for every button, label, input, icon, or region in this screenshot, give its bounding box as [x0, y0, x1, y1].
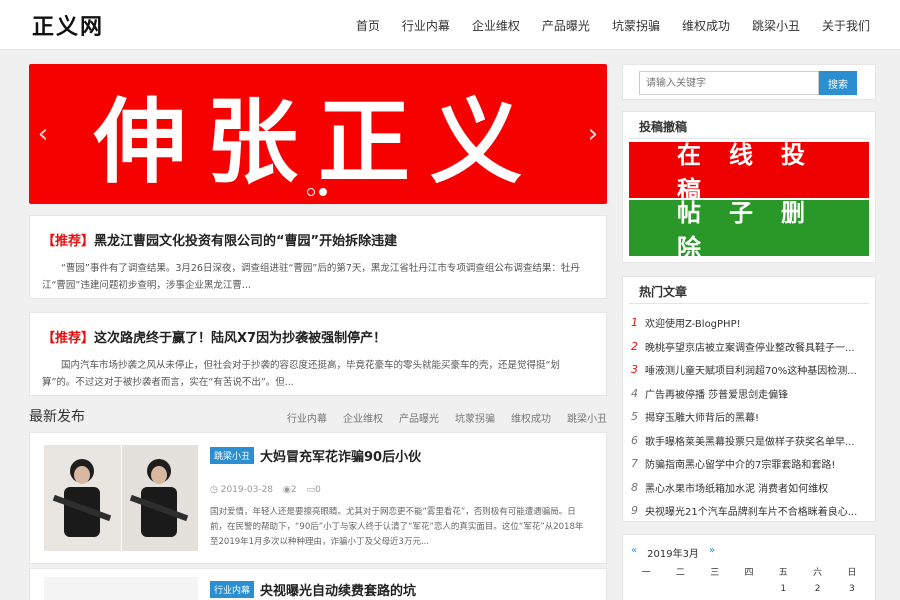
- nav-item-rights[interactable]: 企业维权: [472, 17, 520, 34]
- site-header: 正义网 首页 行业内幕 企业维权 产品曝光 坑蒙拐骗 维权成功 跳梁小丑 关于我…: [0, 0, 900, 50]
- calendar-day: [663, 584, 697, 594]
- recommend-desc: “曹园”事件有了调查结果。3月26日深夜，调查组进驻“曹园”后的第7天，黑龙江省…: [42, 263, 580, 291]
- weekday-label: 五: [778, 568, 788, 578]
- weekday-label: 日: [847, 568, 857, 578]
- recommend-tag: 【推荐】: [42, 331, 95, 346]
- hot-article-item[interactable]: 2 晚桃亭望京店被立案调查停业整改餐具鞋子一...: [631, 335, 871, 359]
- calendar-header: « 2019年3月 »: [631, 545, 715, 560]
- weekday-label: 四: [744, 568, 754, 578]
- search-widget: 搜索: [622, 64, 876, 100]
- post-meta: ◷ 2019-03-28 ◉2 ▭0: [210, 485, 321, 495]
- hot-article-item[interactable]: 9 央视曝光21个汽车品牌刹车片不合格眯着良心...: [631, 499, 871, 523]
- hot-article-item[interactable]: 7 防骗指南黑心留学中介的7宗罪套路和套路!: [631, 452, 871, 476]
- banner-slogan: 伸张正义: [93, 87, 542, 196]
- post-title[interactable]: 大妈冒充军花诈骗90后小伙: [260, 446, 421, 465]
- weekday-label: 一: [641, 568, 651, 578]
- clock-icon: ◷: [210, 485, 218, 495]
- recommend-title[interactable]: 【推荐】这次路虎终于赢了！陆风X7因为抄袭被强制停产！: [42, 327, 386, 346]
- eye-icon: ◉: [283, 485, 291, 495]
- soldier-photo-icon: [44, 445, 198, 551]
- recommend-tag: 【推荐】: [42, 234, 95, 249]
- site-logo[interactable]: 正义网: [32, 9, 104, 41]
- cat-tab-industry[interactable]: 行业内幕: [287, 410, 327, 425]
- post-thumbnail[interactable]: [44, 577, 198, 600]
- cat-tab-rights[interactable]: 企业维权: [343, 410, 383, 425]
- latest-header: 最新发布 行业内幕 企业维权 产品曝光 坑蒙拐骗 维权成功 跳梁小丑: [29, 404, 607, 428]
- latest-category-tabs: 行业内幕 企业维权 产品曝光 坑蒙拐骗 维权成功 跳梁小丑: [271, 410, 607, 425]
- main-nav: 首页 行业内幕 企业维权 产品曝光 坑蒙拐骗 维权成功 跳梁小丑 关于我们: [334, 0, 870, 50]
- latest-title: 最新发布: [29, 409, 85, 425]
- post-item: 跳梁小丑 大妈冒充军花诈骗90后小伙 ◷ 2019-03-28 ◉2 ▭0 国对…: [29, 432, 607, 564]
- calendar-next-button[interactable]: »: [709, 545, 715, 560]
- submit-widget: 投稿撤稿 在线投稿 帖子删除: [622, 111, 876, 263]
- calendar-day: [698, 584, 732, 594]
- post-category-badge[interactable]: 跳梁小丑: [210, 447, 255, 464]
- hot-articles-title: 热门文章: [639, 285, 688, 299]
- cat-tab-clowns[interactable]: 跳梁小丑: [567, 410, 607, 425]
- calendar-day[interactable]: 2: [800, 584, 834, 594]
- weekday-label: 二: [675, 568, 685, 578]
- nav-item-clowns[interactable]: 跳梁小丑: [752, 17, 800, 34]
- search-button[interactable]: 搜索: [819, 71, 857, 95]
- weekday-label: 六: [813, 568, 823, 578]
- post-item: 行业内幕 央视曝光自动续费套路的坑: [29, 568, 607, 600]
- weekday-label: 三: [710, 568, 720, 578]
- calendar-day: [732, 584, 766, 594]
- calendar-prev-button[interactable]: «: [631, 545, 637, 560]
- banner-dots: [307, 188, 327, 196]
- hot-article-list: 1 欢迎使用Z-BlogPHP! 2 晚桃亭望京店被立案调查停业整改餐具鞋子一...…: [631, 311, 871, 523]
- cat-tab-fraud[interactable]: 坑蒙拐骗: [455, 410, 495, 425]
- calendar-widget: « 2019年3月 » 一 二 三 四 五 六 日 1 2 3: [622, 534, 876, 600]
- hot-article-item[interactable]: 5 揭穿玉雕大师背后的黑幕!: [631, 405, 871, 429]
- post-title[interactable]: 央视曝光自动续费套路的坑: [260, 580, 416, 599]
- banner-dot-1[interactable]: [307, 188, 315, 196]
- hot-article-item[interactable]: 6 歌手曝格莱美黑幕投票只是做样子获奖名单早...: [631, 429, 871, 453]
- post-thumbnail[interactable]: [44, 445, 198, 551]
- divider: [629, 303, 869, 304]
- post-comments: ▭0: [306, 485, 321, 495]
- hot-article-item[interactable]: 1 欢迎使用Z-BlogPHP!: [631, 311, 871, 335]
- recommend-title[interactable]: 【推荐】黑龙江曹园文化投资有限公司的“曹园”开始拆除违建: [42, 230, 397, 249]
- cat-tab-success[interactable]: 维权成功: [511, 410, 551, 425]
- post-views: ◉2: [283, 485, 297, 495]
- calendar-grid: 一 二 三 四 五 六 日 1 2 3: [629, 565, 869, 594]
- nav-item-exposure[interactable]: 产品曝光: [542, 17, 590, 34]
- hot-article-item[interactable]: 3 唾液测儿童天赋项目利润超70%这种基因检测...: [631, 358, 871, 382]
- recommend-desc: 国内汽车市场抄袭之风从未停止，但社会对于抄袭的容忍度还挺高，毕竟花豪车的零头就能…: [42, 360, 560, 388]
- nav-item-about[interactable]: 关于我们: [822, 17, 870, 34]
- post-category-badge[interactable]: 行业内幕: [210, 581, 255, 598]
- banner-prev-icon[interactable]: ‹: [33, 120, 53, 148]
- nav-item-industry[interactable]: 行业内幕: [402, 17, 450, 34]
- cat-tab-exposure[interactable]: 产品曝光: [399, 410, 439, 425]
- nav-item-home[interactable]: 首页: [356, 17, 380, 34]
- calendar-day[interactable]: 1: [766, 584, 800, 594]
- online-submit-button[interactable]: 在线投稿: [629, 141, 869, 204]
- search-input[interactable]: [639, 71, 819, 95]
- hot-article-item[interactable]: 8 黑心水果市场纸箱加水泥 消费者如何维权: [631, 476, 871, 500]
- nav-item-fraud[interactable]: 坑蒙拐骗: [612, 17, 660, 34]
- calendar-day[interactable]: 3: [835, 584, 869, 594]
- recommend-card: 【推荐】这次路虎终于赢了！陆风X7因为抄袭被强制停产！ 国内汽车市场抄袭之风从未…: [29, 312, 607, 396]
- comment-icon: ▭: [306, 485, 316, 495]
- post-date: ◷ 2019-03-28: [210, 485, 274, 495]
- banner-dot-2[interactable]: [319, 188, 327, 196]
- nav-item-success[interactable]: 维权成功: [682, 17, 730, 34]
- recommend-card: 【推荐】黑龙江曹园文化投资有限公司的“曹园”开始拆除违建 “曹园”事件有了调查结…: [29, 215, 607, 299]
- delete-post-button[interactable]: 帖子删除: [629, 199, 869, 262]
- hero-banner[interactable]: 伸张正义 ‹ ›: [29, 64, 607, 204]
- calendar-month: 2019年3月: [647, 549, 699, 560]
- hot-article-item[interactable]: 4 广告再被停播 莎普爱思剑走偏锋: [631, 382, 871, 406]
- post-desc: 国对爱情，年轻人还是要擦亮眼睛。尤其对于网恋更不能“雾里看花”，否则极有可能遭遇…: [210, 507, 584, 547]
- banner-next-icon[interactable]: ›: [583, 120, 603, 148]
- calendar-day: [629, 584, 663, 594]
- submit-widget-title: 投稿撤稿: [639, 120, 688, 134]
- hot-articles-widget: 热门文章 1 欢迎使用Z-BlogPHP! 2 晚桃亭望京店被立案调查停业整改餐具鞋…: [622, 276, 876, 522]
